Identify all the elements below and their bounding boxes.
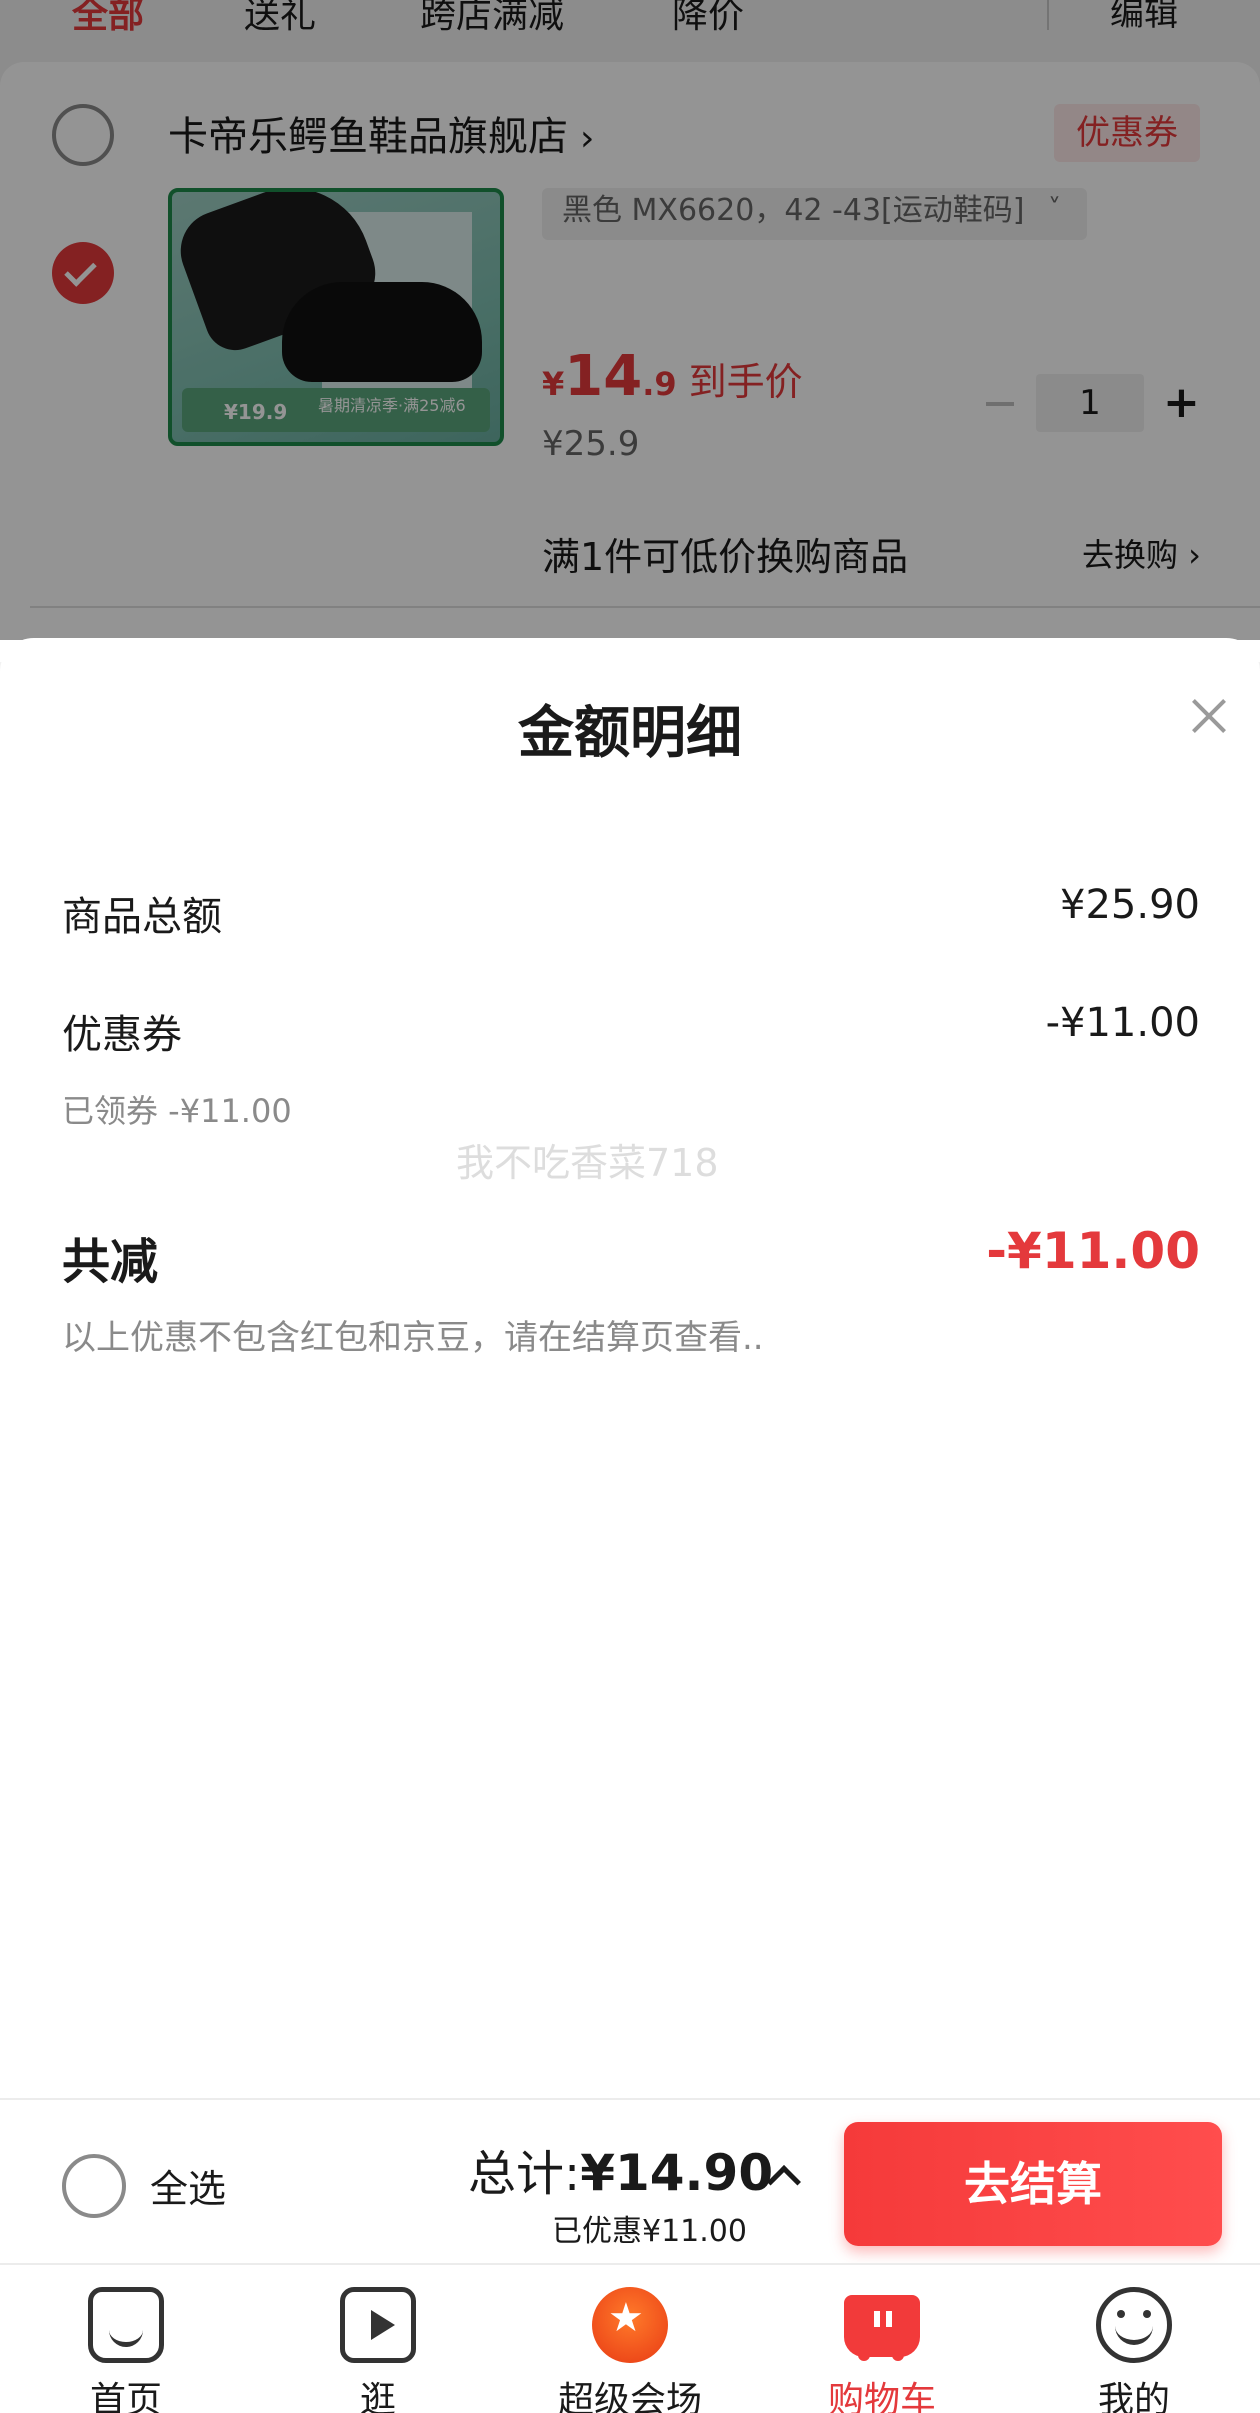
video-icon [340,2287,416,2363]
select-all-radio[interactable] [62,2154,126,2218]
discount-note: 以上优惠不包含红包和京豆，请在结算页查看.. [62,1318,764,1358]
nav-label: 逛 [359,2380,396,2413]
profile-icon [1096,2287,1172,2363]
total-reduction-label: 共减 [62,1234,159,1290]
goods-total-label: 商品总额 [62,894,222,940]
nav-item-profile[interactable]: 我的 [1008,2265,1260,2413]
nav-label: 超级会场 [557,2380,702,2413]
bottom-nav: 首页 逛 超级会场 购物车 我的 [0,2263,1260,2413]
nav-item-cart[interactable]: 购物车 [756,2265,1008,2413]
close-icon[interactable] [1187,694,1231,738]
watermark: 我不吃香菜718 [456,1141,719,1185]
nav-item-super-venue[interactable]: 超级会场 [504,2265,756,2413]
nav-label: 我的 [1097,2380,1170,2413]
modal-overlay[interactable] [0,0,1260,640]
nav-label: 首页 [89,2380,162,2413]
cart-eyes [874,2311,880,2327]
nav-item-browse[interactable]: 逛 [252,2265,504,2413]
flame-icon [592,2287,668,2363]
nav-item-home[interactable]: 首页 [0,2265,252,2413]
checkout-button[interactable]: 去结算 [844,2122,1222,2246]
home-icon [88,2287,164,2363]
total-price: 总计:¥14.90 [468,2134,773,2204]
nav-label: 购物车 [827,2380,936,2413]
checkout-bar: 全选 总计:¥14.90 已优惠¥11.00 去结算 [0,2098,1260,2263]
amount-detail-sheet: 金额明细 商品总额 ¥25.90 优惠券 -¥11.00 已领券 -¥11.00… [0,638,1260,2098]
total-reduction-value: -¥11.00 [986,1222,1200,1280]
cart-icon [844,2295,920,2361]
coupon-label: 优惠券 [62,1012,182,1058]
coupon-value: -¥11.00 [1045,1000,1200,1046]
total-prefix: 总计: [468,2146,581,2202]
sheet-title: 金额明细 [518,701,742,766]
total-amount: ¥14.90 [580,2144,774,2202]
goods-total-value: ¥25.90 [1060,882,1200,928]
saved-amount: 已优惠¥11.00 [552,2214,747,2249]
select-all-label[interactable]: 全选 [150,2158,226,2213]
coupon-claimed-detail: 已领券 -¥11.00 [62,1092,292,1130]
